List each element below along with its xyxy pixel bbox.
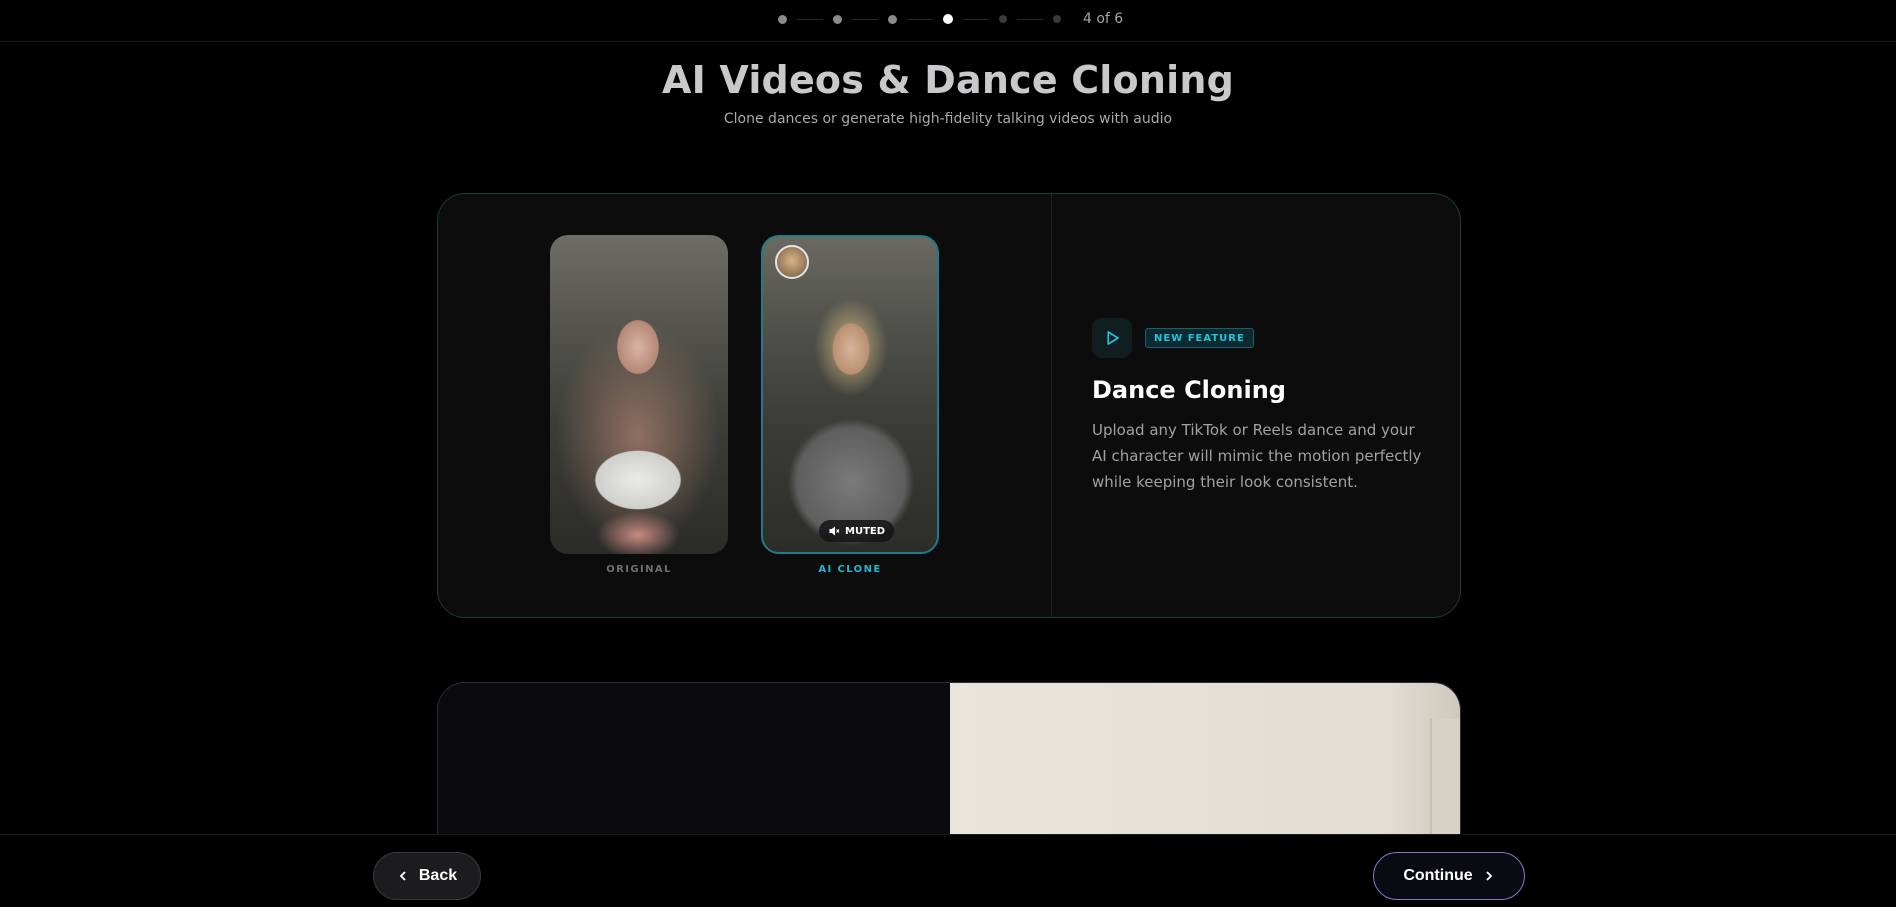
ai-clone-video-preview[interactable]: MUTED (761, 235, 939, 554)
muted-label: MUTED (845, 525, 886, 537)
step-dot-3 (888, 14, 897, 24)
chevron-left-icon (399, 871, 406, 881)
feature-description: Upload any TikTok or Reels dance and you… (1092, 421, 1422, 491)
step-dot-4-active (943, 14, 953, 24)
step-dot-5 (999, 15, 1007, 23)
speaker-muted-icon (829, 526, 840, 536)
page-title: AI Videos & Dance Cloning (662, 58, 1234, 102)
wall-frame (1430, 719, 1460, 849)
play-badge (1092, 318, 1132, 358)
dance-cloning-card: MUTED ORIGINAL AI CLONE NEW FEATURE Danc… (437, 193, 1461, 618)
original-video-preview[interactable] (550, 235, 728, 554)
step-connector (1017, 18, 1043, 20)
continue-label: Continue (1403, 867, 1473, 884)
muted-badge[interactable]: MUTED (819, 520, 895, 542)
ai-clone-label: AI CLONE (818, 564, 882, 575)
footer-bar (0, 834, 1896, 907)
back-button[interactable]: Back (373, 852, 481, 900)
continue-button[interactable]: Continue (1373, 852, 1525, 900)
chevron-right-icon (1486, 871, 1492, 881)
step-dot-1 (778, 14, 787, 24)
step-connector (797, 18, 823, 20)
step-connector (852, 18, 878, 20)
back-label: Back (418, 867, 458, 884)
character-avatar (775, 245, 809, 279)
step-connector (907, 18, 933, 20)
original-label: ORIGINAL (606, 564, 672, 575)
new-feature-badge: NEW FEATURE (1145, 328, 1254, 348)
feature-title: Dance Cloning (1092, 376, 1286, 404)
card-divider (1051, 194, 1052, 617)
play-icon (1107, 331, 1119, 345)
step-indicators (778, 14, 1061, 24)
step-dot-2 (833, 14, 842, 24)
step-counter: 4 of 6 (1083, 11, 1124, 27)
step-connector (963, 18, 989, 20)
step-dot-6 (1053, 15, 1061, 23)
page-subtitle: Clone dances or generate high-fidelity t… (723, 111, 1173, 127)
progress-bar: 4 of 6 (0, 0, 1896, 42)
